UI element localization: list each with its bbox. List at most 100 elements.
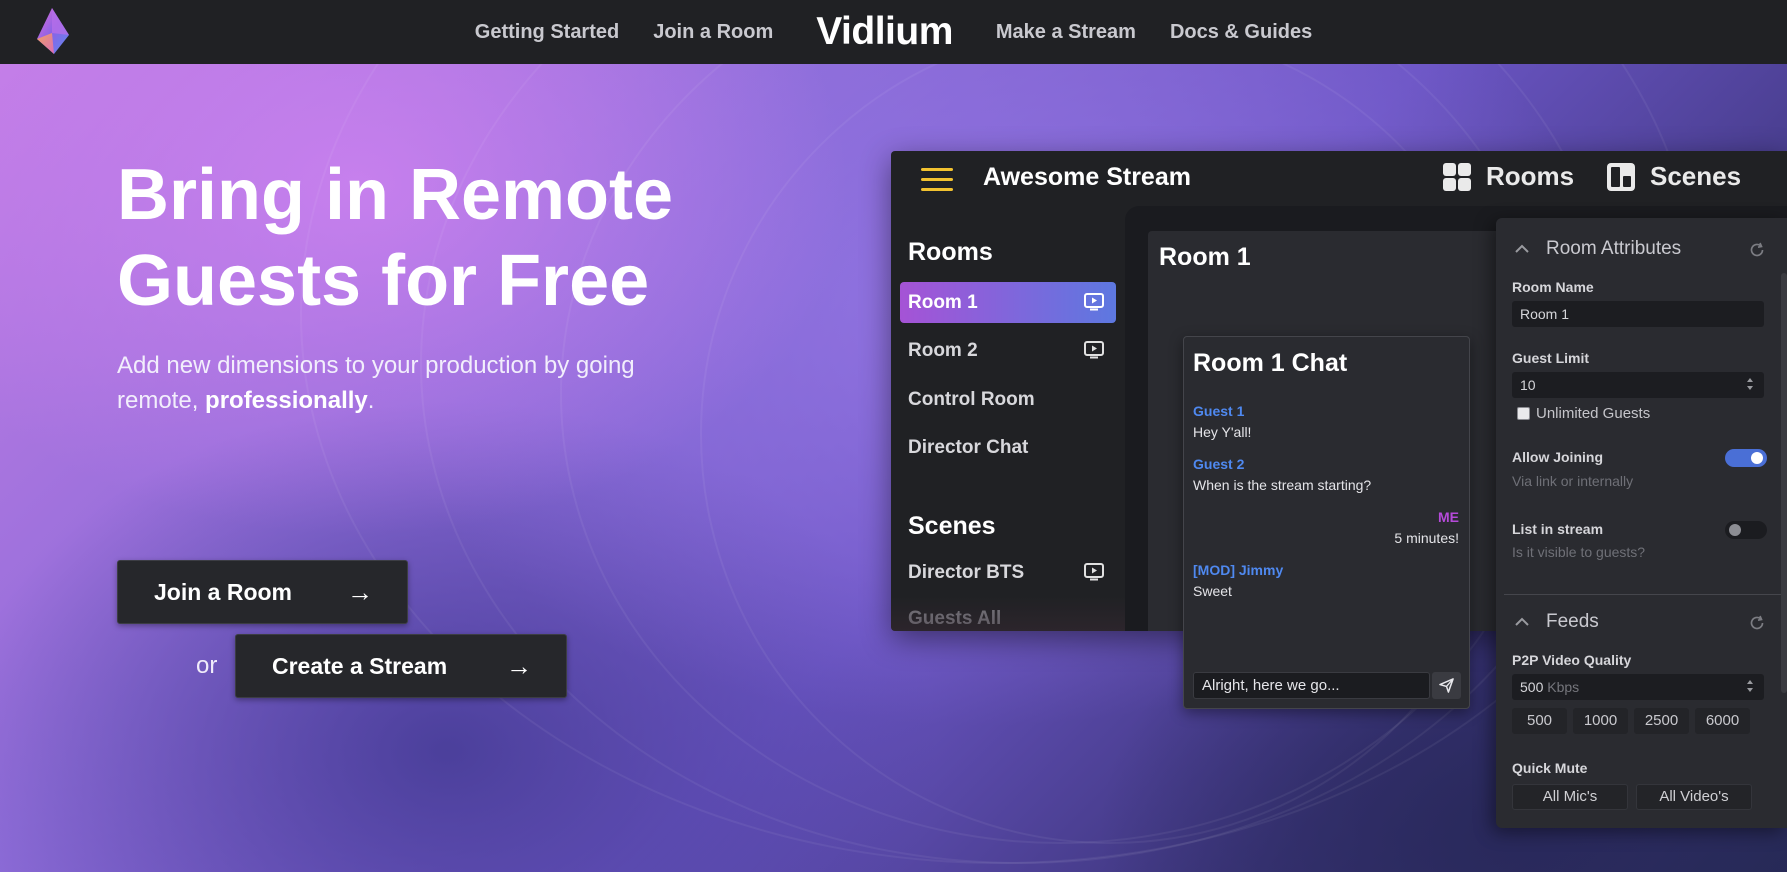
room-attributes-heading: Room Attributes	[1546, 238, 1682, 259]
hero-title: Bring in Remote Guests for Free	[117, 152, 737, 324]
sidebar-item-label: Room 2	[908, 339, 978, 361]
mute-all-mics-button[interactable]: All Mic's	[1512, 784, 1628, 810]
quality-preset-2500[interactable]: 2500	[1634, 708, 1689, 734]
nav-make-stream[interactable]: Make a Stream	[996, 21, 1136, 44]
quick-mute-label: Quick Mute	[1512, 760, 1588, 776]
chat-message: Guest 2 When is the stream starting?	[1193, 456, 1459, 493]
refresh-icon[interactable]	[1749, 242, 1765, 258]
join-room-button[interactable]: Join a Room →	[117, 560, 408, 624]
header-rooms-label: Rooms	[1486, 161, 1575, 191]
p2p-quality-input[interactable]: 500 Kbps	[1512, 674, 1764, 700]
send-icon	[1439, 678, 1454, 693]
hero-subtitle-end: .	[367, 387, 375, 414]
allow-joining-label: Allow Joining	[1512, 449, 1603, 465]
p2p-quality-value: 500	[1520, 679, 1544, 695]
sidebar-item-label: Control Room	[908, 388, 1035, 410]
p2p-quality-label: P2P Video Quality	[1512, 652, 1632, 668]
header-rooms-button[interactable]: Rooms	[1442, 161, 1574, 192]
sidebar-item-label: Director Chat	[908, 436, 1029, 458]
top-navbar: Getting Started Join a Room Vidlium Make…	[0, 0, 1787, 64]
guest-limit-value: 10	[1520, 377, 1536, 393]
unlimited-guests-checkbox[interactable]: Unlimited Guests	[1517, 405, 1650, 422]
mute-all-videos-button[interactable]: All Video's	[1636, 784, 1752, 810]
list-in-stream-toggle[interactable]	[1725, 521, 1767, 539]
chevron-up-icon	[1515, 244, 1529, 253]
chat-sender: Guest 2	[1193, 456, 1245, 472]
room-attributes-header[interactable]: Room Attributes	[1514, 238, 1681, 260]
room-card-title: Room 1	[1159, 243, 1251, 271]
room-chat-card: Room 1 Chat Guest 1 Hey Y'all! Guest 2 W…	[1183, 336, 1470, 709]
spinner-arrows-icon[interactable]	[1746, 376, 1754, 392]
room-name-input[interactable]: Room 1	[1512, 301, 1764, 327]
nav-links: Getting Started Join a Room Vidlium Make…	[458, 10, 1329, 54]
stream-title: Awesome Stream	[983, 163, 1191, 191]
app-sidebar: Rooms Room 1 Room 2 Control Room Directo…	[891, 206, 1125, 631]
header-scenes-button[interactable]: Scenes	[1606, 161, 1741, 192]
feeds-heading: Feeds	[1546, 611, 1599, 632]
list-in-stream-label: List in stream	[1512, 521, 1604, 537]
send-button[interactable]	[1432, 672, 1461, 699]
checkbox-box[interactable]	[1517, 407, 1530, 420]
create-stream-label: Create a Stream	[272, 652, 448, 679]
brand-name[interactable]: Vidlium	[816, 10, 953, 54]
chat-title: Room 1 Chat	[1193, 349, 1348, 377]
hero-title-line2: Guests for Free	[117, 241, 650, 321]
hero-subtitle-bold: professionally	[205, 387, 368, 414]
nav-getting-started[interactable]: Getting Started	[475, 21, 619, 44]
join-room-label: Join a Room	[154, 578, 293, 605]
or-separator: or	[196, 652, 218, 679]
tv-icon[interactable]	[1084, 293, 1104, 311]
chat-text: Hey Y'all!	[1193, 424, 1252, 440]
sidebar-fade	[891, 596, 1125, 631]
chat-sender: ME	[1438, 509, 1459, 525]
hero-title-line1: Bring in Remote	[117, 155, 674, 235]
sidebar-scenes-heading: Scenes	[908, 512, 996, 540]
logo-icon[interactable]	[34, 7, 74, 55]
guest-limit-input[interactable]: 10	[1512, 372, 1764, 398]
hero-subtitle-text: Add new dimensions to your production by…	[117, 352, 635, 414]
chat-sender: Guest 1	[1193, 403, 1245, 419]
sidebar-item-director-chat[interactable]: Director Chat	[900, 427, 1116, 468]
chat-message: [MOD] Jimmy Sweet	[1193, 562, 1459, 599]
refresh-icon[interactable]	[1749, 615, 1765, 631]
create-stream-button[interactable]: Create a Stream →	[235, 634, 567, 698]
sidebar-item-room-2[interactable]: Room 2	[900, 330, 1116, 371]
feeds-header[interactable]: Feeds	[1514, 611, 1599, 633]
arrow-right-icon: →	[347, 576, 373, 607]
quality-preset-1000[interactable]: 1000	[1573, 708, 1628, 734]
allow-joining-toggle[interactable]	[1725, 449, 1767, 467]
chat-sender: [MOD] Jimmy	[1193, 562, 1284, 578]
guest-limit-label: Guest Limit	[1512, 350, 1590, 366]
quality-presets: 500 1000 2500 6000	[1512, 708, 1750, 734]
spinner-arrows-icon[interactable]	[1746, 678, 1754, 694]
header-scenes-label: Scenes	[1650, 161, 1742, 191]
chat-message-me: ME 5 minutes!	[1193, 509, 1459, 546]
sidebar-item-director-bts[interactable]: Director BTS	[900, 552, 1116, 593]
quality-preset-500[interactable]: 500	[1512, 708, 1567, 734]
chat-text: 5 minutes!	[1394, 530, 1459, 546]
tv-icon[interactable]	[1084, 563, 1104, 581]
sidebar-item-control-room[interactable]: Control Room	[900, 379, 1116, 420]
grid-icon	[1443, 162, 1471, 191]
layout-icon	[1607, 162, 1635, 191]
hamburger-menu-icon[interactable]	[921, 168, 953, 192]
chevron-up-icon	[1515, 617, 1529, 626]
room-name-label: Room Name	[1512, 279, 1594, 295]
sidebar-rooms-heading: Rooms	[908, 238, 993, 266]
chat-text: When is the stream starting?	[1193, 477, 1372, 493]
nav-docs-guides[interactable]: Docs & Guides	[1170, 21, 1312, 44]
list-in-stream-hint: Is it visible to guests?	[1512, 544, 1646, 560]
section-divider	[1504, 594, 1787, 595]
tv-icon[interactable]	[1084, 341, 1104, 359]
app-header: Awesome Stream Rooms Scenes	[891, 151, 1787, 206]
sidebar-item-room-1[interactable]: Room 1	[900, 282, 1116, 323]
sidebar-item-label: Room 1	[908, 291, 978, 313]
settings-scrollbar[interactable]	[1781, 273, 1787, 693]
quality-preset-6000[interactable]: 6000	[1695, 708, 1750, 734]
room-settings-panel: Room Attributes Room Name Room 1 Guest L…	[1496, 218, 1787, 828]
hero-subtitle: Add new dimensions to your production by…	[117, 348, 717, 418]
chat-text: Sweet	[1193, 583, 1232, 599]
chat-input[interactable]: Alright, here we go...	[1193, 672, 1430, 699]
p2p-quality-unit: Kbps	[1547, 679, 1580, 695]
nav-join-room[interactable]: Join a Room	[653, 21, 773, 44]
